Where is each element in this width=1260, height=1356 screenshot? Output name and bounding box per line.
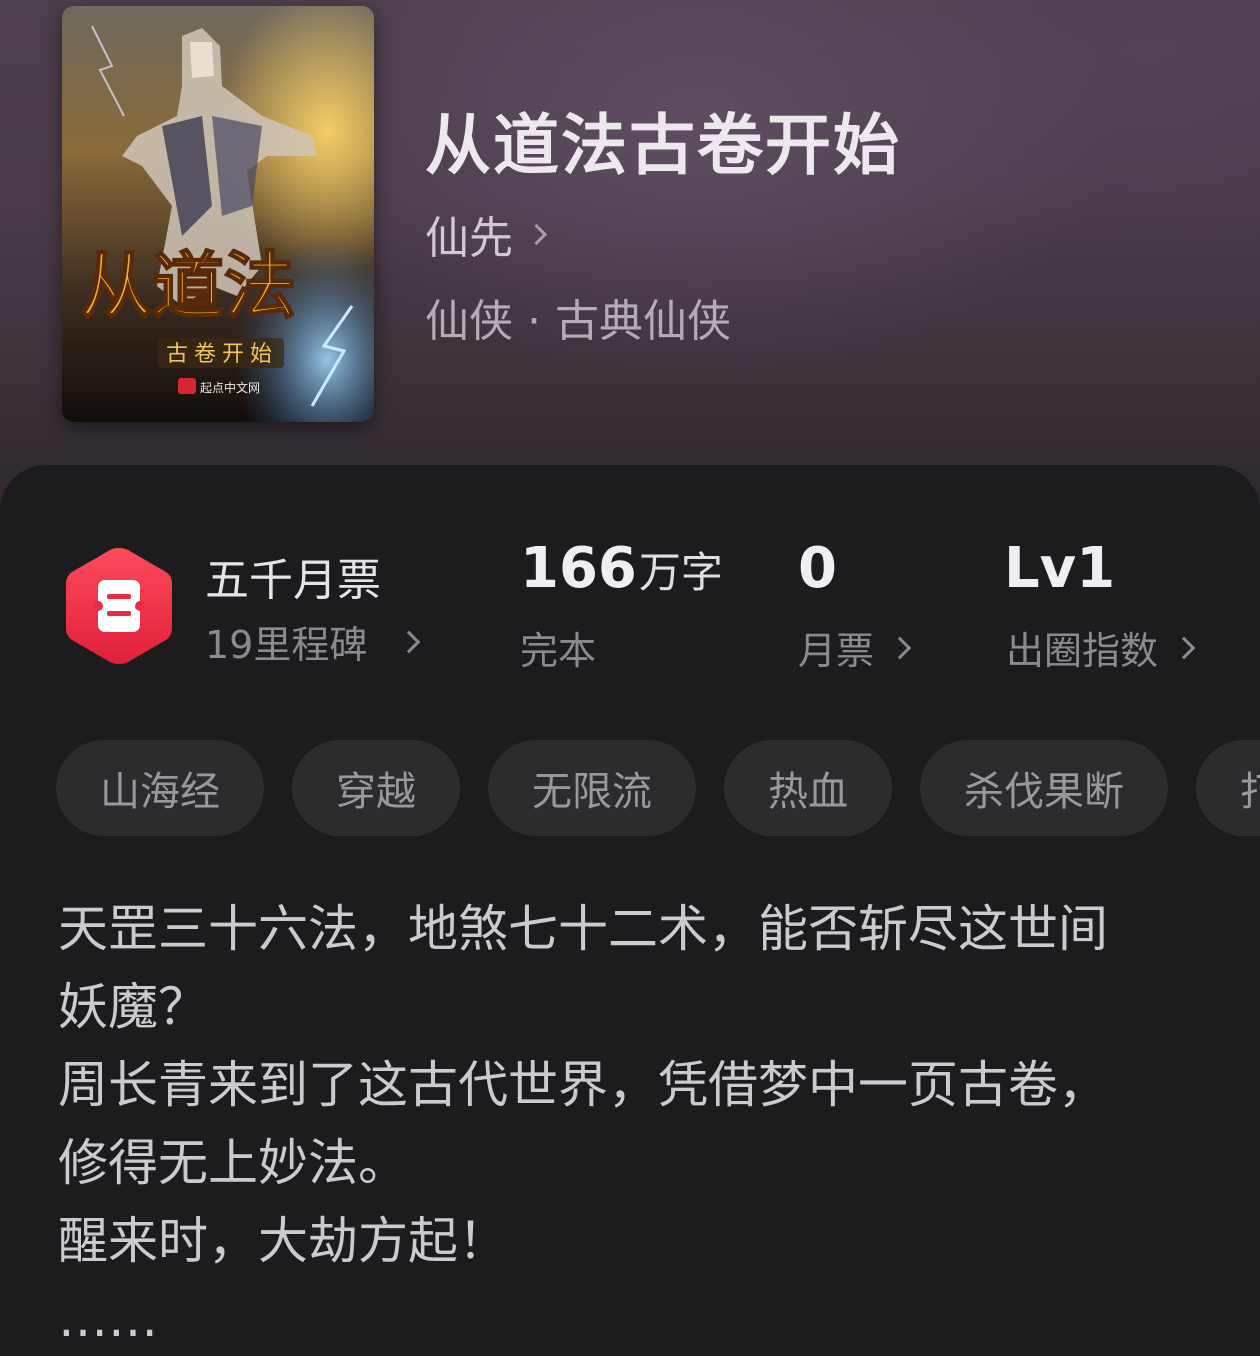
cover-title-text: 从道法: [80, 243, 296, 328]
tag-chip[interactable]: 穿越: [292, 740, 460, 836]
book-detail-page: 从道法 古卷开始 起点中文网 从道法古卷开始 仙先 仙侠 · 古典仙侠 五千月票…: [0, 0, 1260, 1356]
word-count-unit: 万字: [638, 548, 723, 597]
book-cover[interactable]: 从道法 古卷开始 起点中文网: [62, 6, 374, 422]
monthly-ticket-badge[interactable]: [62, 544, 176, 668]
tag-chip[interactable]: 山海经: [56, 740, 264, 836]
completion-status: 完本: [520, 620, 596, 675]
tag-chip[interactable]: 杀伐果断: [920, 740, 1168, 836]
word-count-value: 166: [520, 536, 637, 601]
chevron-right-icon: [888, 636, 912, 659]
cover-subtitle-text: 古卷开始: [166, 342, 278, 367]
chevron-right-icon: [1172, 636, 1196, 659]
book-description[interactable]: 天罡三十六法，地煞七十二术，能否斩尽这世间 妖魔？ 周长青来到了这古代世界，凭借…: [58, 890, 1208, 1356]
tag-chip[interactable]: 热血: [724, 740, 892, 836]
completion-label: 完本: [520, 629, 597, 673]
book-title: 从道法古卷开始: [425, 106, 901, 184]
badge-subtitle: 19里程碑: [205, 623, 368, 667]
chevron-right-icon: [525, 223, 548, 245]
badge-milestone-link[interactable]: 19里程碑: [205, 614, 421, 669]
cover-publisher-text: 起点中文网: [200, 380, 260, 395]
monthly-ticket-link[interactable]: 月票: [798, 620, 912, 675]
cover-art: 从道法 古卷开始 起点中文网: [62, 6, 374, 422]
word-count: 166万字: [520, 536, 723, 601]
ticket-icon: [66, 548, 172, 664]
popularity-level: Lv1: [1004, 536, 1116, 601]
book-category: 仙侠 · 古典仙侠: [425, 296, 731, 347]
description-line: 醒来时，大劫方起！: [58, 1212, 508, 1270]
author-name: 仙先: [425, 213, 513, 264]
tag-chip[interactable]: 无限流: [488, 740, 696, 836]
popularity-link[interactable]: 出圈指数: [1006, 620, 1196, 675]
author-link[interactable]: 仙先: [425, 202, 548, 266]
description-line: 妖魔？: [58, 978, 208, 1036]
monthly-ticket-count: 0: [798, 536, 837, 601]
popularity-label: 出圈指数: [1006, 629, 1159, 673]
description-line: 天罡三十六法，地煞七十二术，能否斩尽这世间: [58, 900, 1108, 958]
tag-list: 山海经 穿越 无限流 热血 杀伐果断 打: [56, 740, 1260, 836]
description-line: 修得无上妙法。: [58, 1134, 408, 1192]
description-line: 周长青来到了这古代世界，凭借梦中一页古卷，: [58, 1056, 1108, 1114]
chevron-right-icon: [398, 630, 421, 653]
monthly-ticket-label: 月票: [798, 629, 875, 673]
tag-chip[interactable]: 打: [1196, 740, 1260, 836]
badge-title[interactable]: 五千月票: [205, 544, 381, 608]
description-line: ……: [58, 1290, 158, 1348]
